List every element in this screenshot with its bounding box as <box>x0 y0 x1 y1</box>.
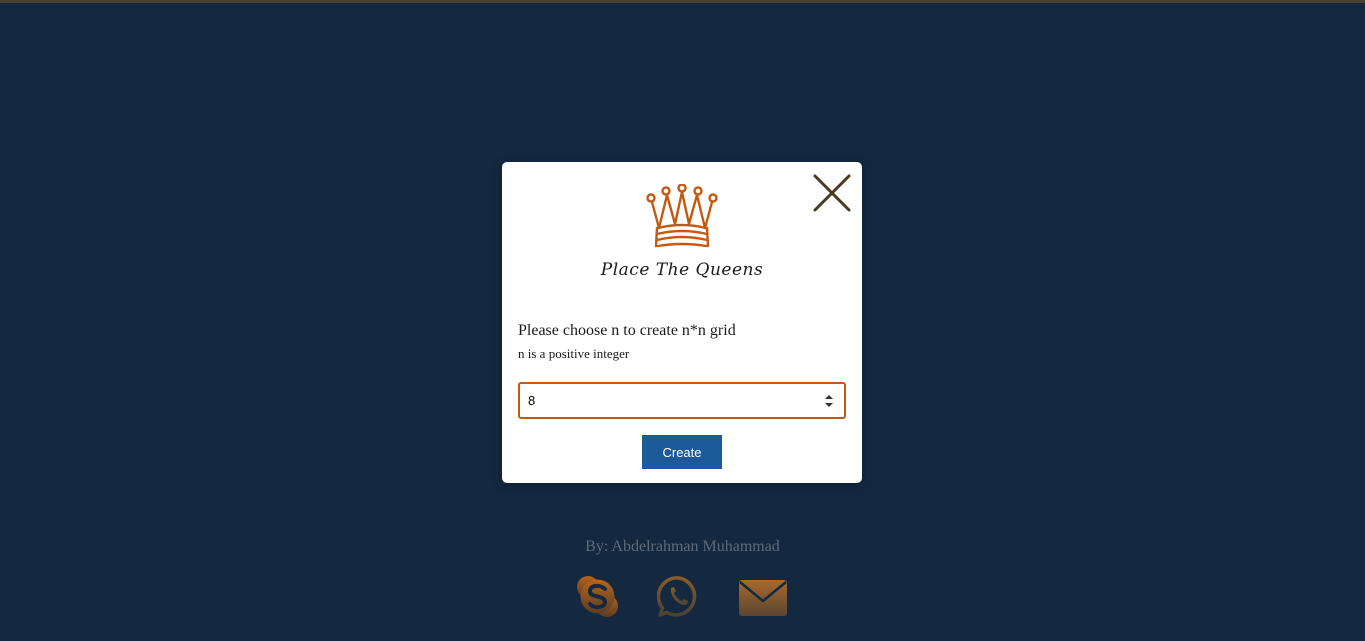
crown-icon <box>646 184 718 248</box>
grid-size-prompt: Please choose n to create n*n grid <box>518 322 736 339</box>
create-button[interactable]: Create <box>642 435 722 469</box>
whatsapp-icon[interactable] <box>657 575 700 618</box>
skype-icon[interactable] <box>576 575 619 618</box>
grid-size-hint: n is a positive integer <box>518 346 630 361</box>
author-credit: By: Abdelrahman Muhammad <box>585 538 780 555</box>
grid-size-input[interactable] <box>528 384 808 417</box>
social-links <box>0 575 1365 621</box>
app-title: Place The Queens <box>600 260 764 280</box>
close-icon[interactable] <box>812 173 852 213</box>
create-grid-dialog: Place The Queens Please choose n to crea… <box>502 162 862 483</box>
top-border <box>0 0 1365 3</box>
grid-size-field[interactable] <box>518 382 846 419</box>
mail-icon[interactable] <box>738 579 788 617</box>
number-spinner-icon[interactable] <box>822 392 836 410</box>
